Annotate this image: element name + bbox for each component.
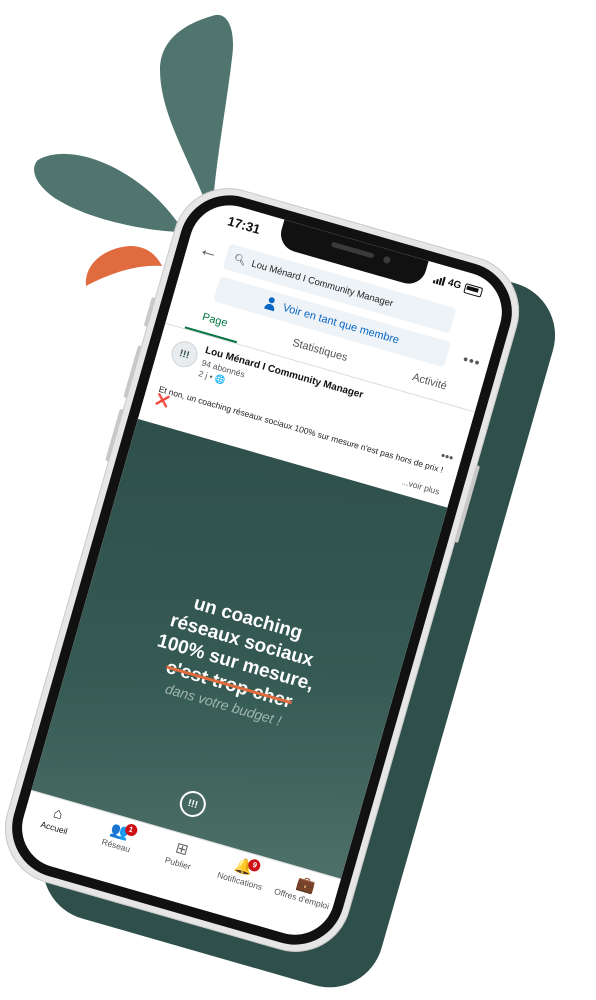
post-image-text: un coaching réseaux sociaux 100% sur mes…: [66, 563, 406, 757]
nav-publier[interactable]: ⊞ Publier: [139, 833, 213, 908]
network-label: 4G: [446, 277, 463, 292]
company-logo[interactable]: !!!: [168, 338, 201, 371]
battery-icon: [463, 282, 484, 298]
tab-activite[interactable]: Activité: [408, 364, 450, 403]
home-icon: ⌂: [51, 804, 65, 824]
more-horizontal-icon[interactable]: •••: [461, 351, 482, 371]
status-indicators: 4G: [432, 273, 484, 298]
status-time: 17:31: [225, 213, 263, 237]
post-more-icon[interactable]: •••: [439, 448, 455, 465]
leaf-orange-icon: [85, 246, 162, 286]
signal-icon: [432, 274, 446, 286]
speaker: [330, 241, 375, 259]
person-icon: [264, 296, 277, 312]
nav-accueil[interactable]: ⌂ Accueil: [15, 797, 89, 872]
camera: [382, 255, 392, 265]
search-icon: 🔍︎: [232, 252, 248, 267]
nav-offres-emploi[interactable]: 💼 Offres d'emploi: [262, 868, 336, 943]
leaf-left-icon: [34, 153, 184, 232]
tab-page[interactable]: Page: [198, 303, 231, 339]
nav-reseau[interactable]: 👥 1 Réseau: [77, 815, 151, 890]
image-logo-icon: !!!: [176, 787, 209, 821]
cross-icon: ❌: [154, 393, 171, 409]
nav-notifications[interactable]: 🔔 9 Notifications: [200, 851, 274, 926]
arrow-left-icon[interactable]: ←: [196, 238, 221, 266]
